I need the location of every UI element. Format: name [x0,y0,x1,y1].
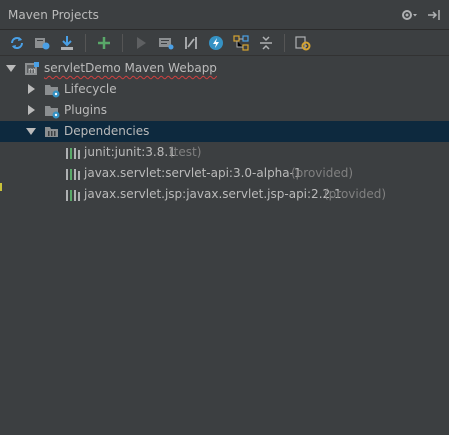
tree-node-lifecycle[interactable]: Lifecycle [0,79,449,100]
show-dependencies-icon[interactable] [230,32,252,54]
dependency-name: junit:junit:3.8.1 [84,145,176,159]
toolbar-separator [85,33,86,52]
panel-title: Maven Projects [8,8,99,22]
tree-node-project[interactable]: m servletDemo Maven Webapp [0,58,449,79]
svg-text:m: m [28,66,36,75]
plugins-folder-icon [44,103,60,119]
project-name: servletDemo Maven Webapp [44,61,217,75]
dependency-scope: (provided) [324,187,387,201]
title-actions [401,6,443,24]
hide-panel-icon[interactable] [425,6,443,24]
maven-projects-tree: m servletDemo Maven Webapp Lifecycle Plu… [0,58,449,205]
dependencies-folder-icon [44,124,60,140]
tree-node-dependencies[interactable]: Dependencies [0,121,449,142]
collapse-arrow-icon[interactable] [28,105,35,115]
dependency-item[interactable]: javax.servlet:servlet-api:3.0-alpha-1 (p… [0,163,449,184]
panel-title-bar: Maven Projects [0,0,449,30]
library-icon [65,145,81,161]
skip-tests-icon[interactable] [205,32,227,54]
toggle-offline-icon[interactable] [180,32,202,54]
dependency-scope: (test) [169,145,202,159]
maven-toolbar [0,30,449,56]
dependencies-label: Dependencies [64,124,150,138]
plugins-label: Plugins [64,103,107,117]
settings-icon[interactable] [292,32,314,54]
dependency-name: javax.servlet.jsp:javax.servlet.jsp-api:… [84,187,342,201]
generate-sources-icon[interactable] [31,32,53,54]
expand-arrow-icon[interactable] [26,128,36,135]
toolbar-separator [284,33,285,52]
tree-node-plugins[interactable]: Plugins [0,100,449,121]
reimport-icon[interactable] [6,32,28,54]
expand-arrow-icon[interactable] [6,65,16,72]
run-icon[interactable] [130,32,152,54]
add-maven-project-icon[interactable] [93,32,115,54]
collapse-all-icon[interactable] [255,32,277,54]
gear-dropdown-icon[interactable] [401,6,419,24]
library-icon [65,166,81,182]
maven-module-icon: m [24,61,40,77]
dependency-item[interactable]: junit:junit:3.8.1 (test) [0,142,449,163]
dependency-item[interactable]: javax.servlet.jsp:javax.servlet.jsp-api:… [0,184,449,205]
toolbar-separator [122,33,123,52]
dependency-scope: (provided) [291,166,354,180]
lifecycle-label: Lifecycle [64,82,117,96]
download-icon[interactable] [56,32,78,54]
collapse-arrow-icon[interactable] [28,84,35,94]
dependency-name: javax.servlet:servlet-api:3.0-alpha-1 [84,166,302,180]
lifecycle-folder-icon [44,82,60,98]
execute-goal-icon[interactable] [155,32,177,54]
library-icon [65,187,81,203]
